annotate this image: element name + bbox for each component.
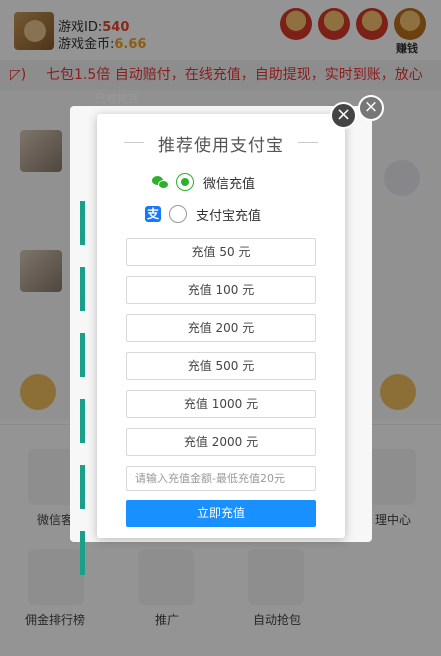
alipay-radio[interactable] [169,205,187,223]
background-dialog-subtitle: 已被抢完 [95,92,139,105]
dialog-title-row: 推荐使用支付宝 [97,131,345,156]
amount-500-button[interactable]: 充值 500 元 [126,352,316,380]
custom-amount-input[interactable] [126,466,316,491]
recharge-dialog: 推荐使用支付宝 微信充值 支 支付宝充值 充值 50 元 充值 100 元 充值… [97,114,345,538]
wechat-icon [152,174,169,190]
list-markers [80,201,85,597]
amount-100-button[interactable]: 充值 100 元 [126,276,316,304]
amount-1000-button[interactable]: 充值 1000 元 [126,390,316,418]
alipay-label: 支付宝充值 [196,208,262,224]
amount-2000-button[interactable]: 充值 2000 元 [126,428,316,456]
alipay-icon: 支 [145,206,161,222]
wechat-pay-label: 微信充值 [203,176,256,192]
amount-200-button[interactable]: 充值 200 元 [126,314,316,342]
alipay-option[interactable]: 支 支付宝充值 [145,203,261,225]
recharge-now-button[interactable]: 立即充值 [126,500,316,527]
background-dialog-close-icon[interactable]: × [358,95,384,121]
wechat-pay-option[interactable]: 微信充值 [152,171,255,193]
wechat-radio[interactable] [176,173,194,191]
amount-50-button[interactable]: 充值 50 元 [126,238,316,266]
dialog-title: 推荐使用支付宝 [158,136,284,156]
close-icon[interactable]: × [330,102,357,129]
